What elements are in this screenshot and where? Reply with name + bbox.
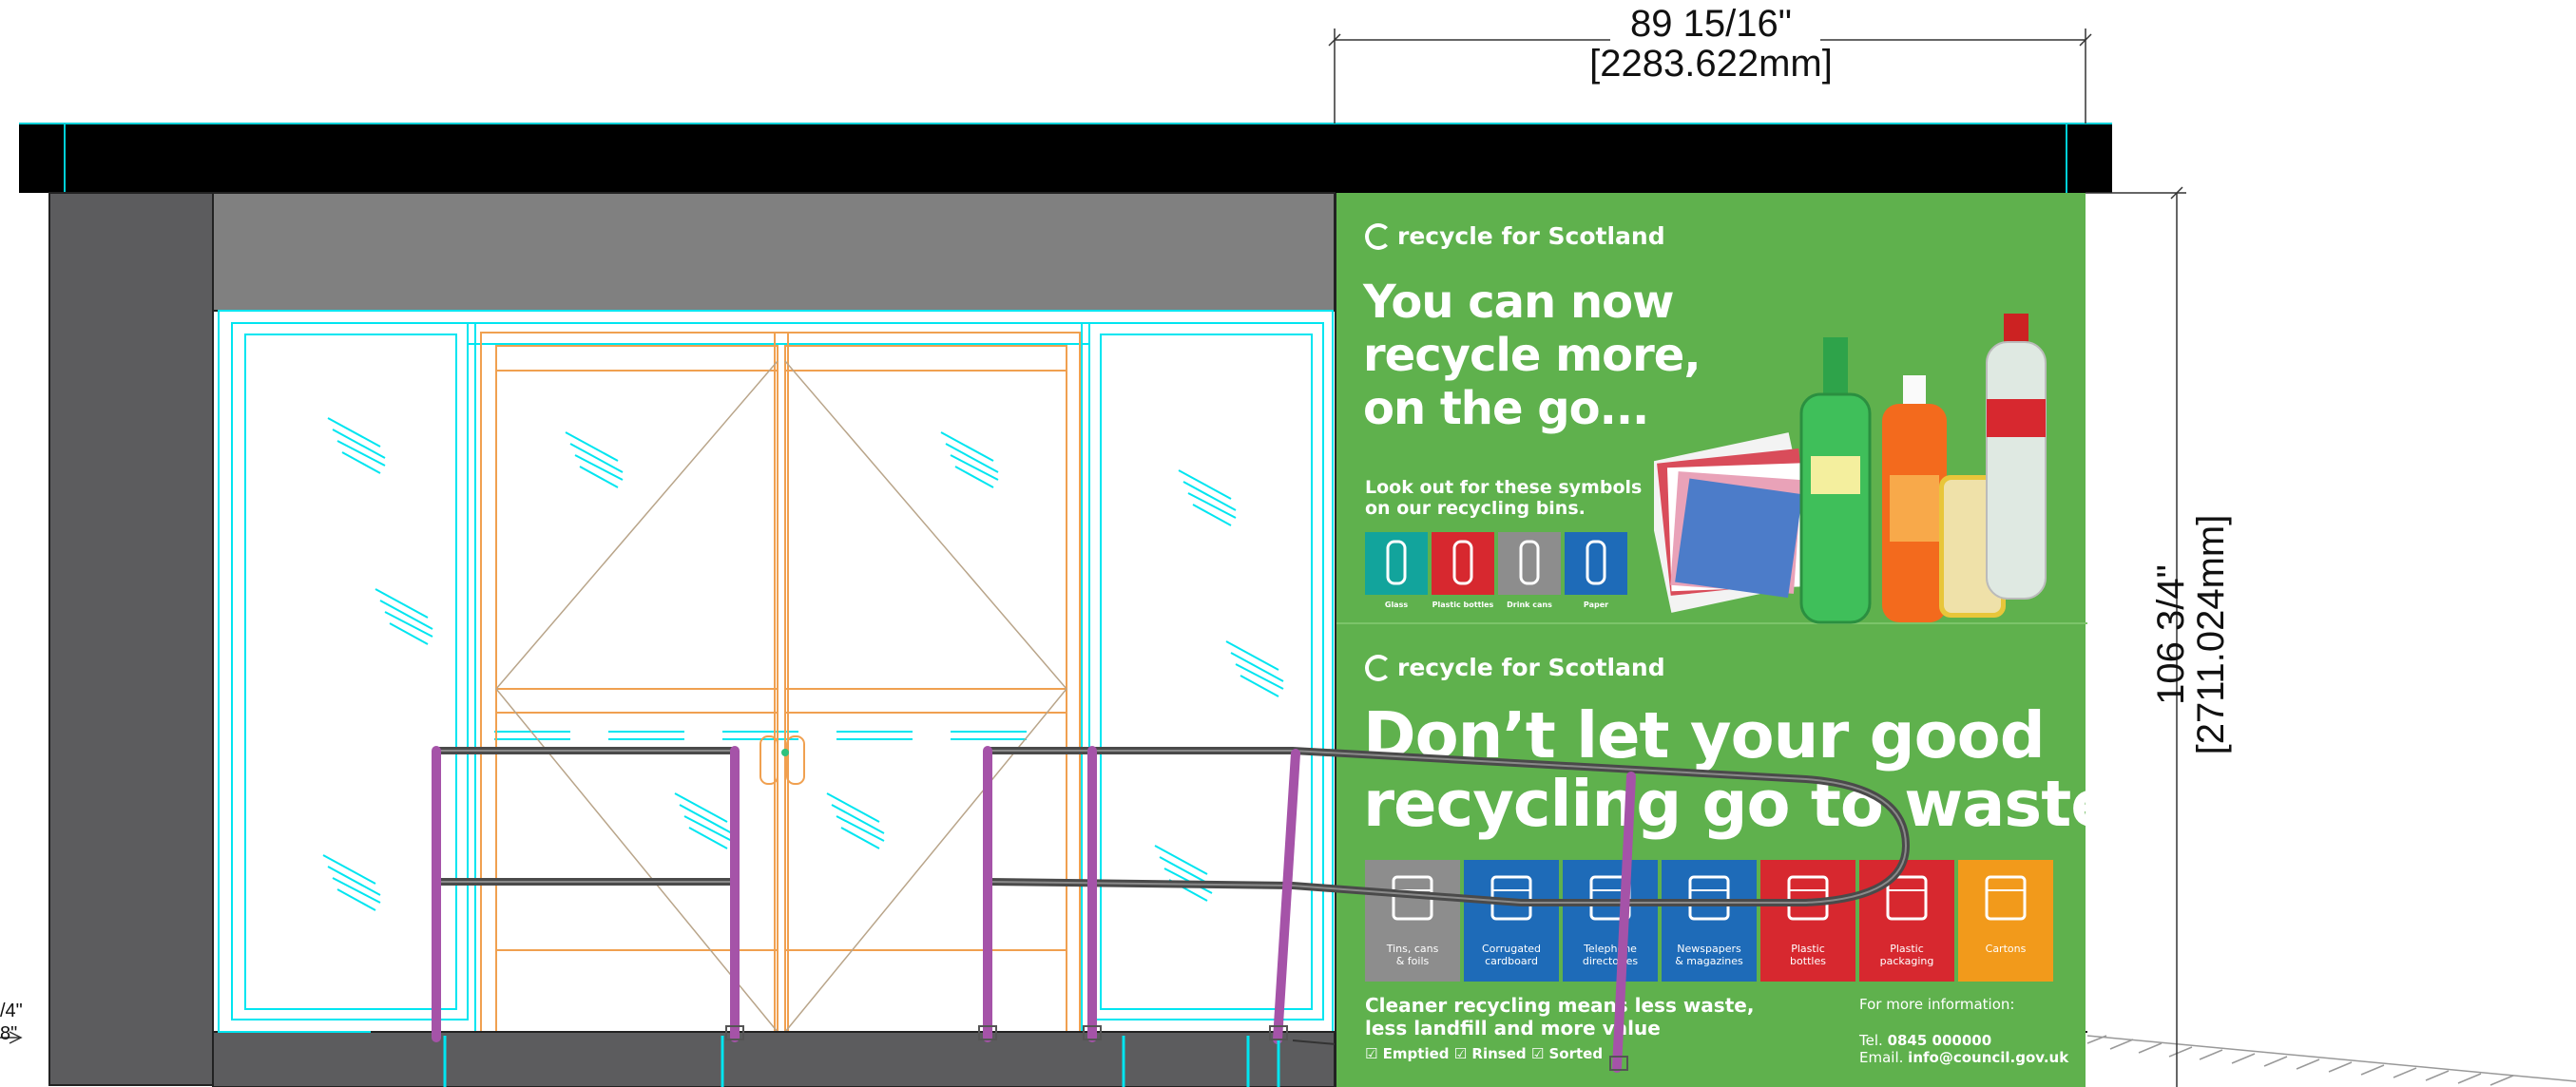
post-footings [443,1036,1280,1087]
width-dimension-label: 89 15/16" [2283.622mm] [1589,3,1833,85]
post-base-plates [725,1025,1628,1071]
handrail-bars [433,747,1911,906]
left-cut-dimension-label: /4" 8" [0,1001,23,1044]
elevation-drawing: recycle for Scotland You can now recycle… [0,0,2576,1087]
handrail-posts [432,746,1636,1073]
height-dimension-label: 106 3/4" [2711.024mm] [2150,514,2232,755]
